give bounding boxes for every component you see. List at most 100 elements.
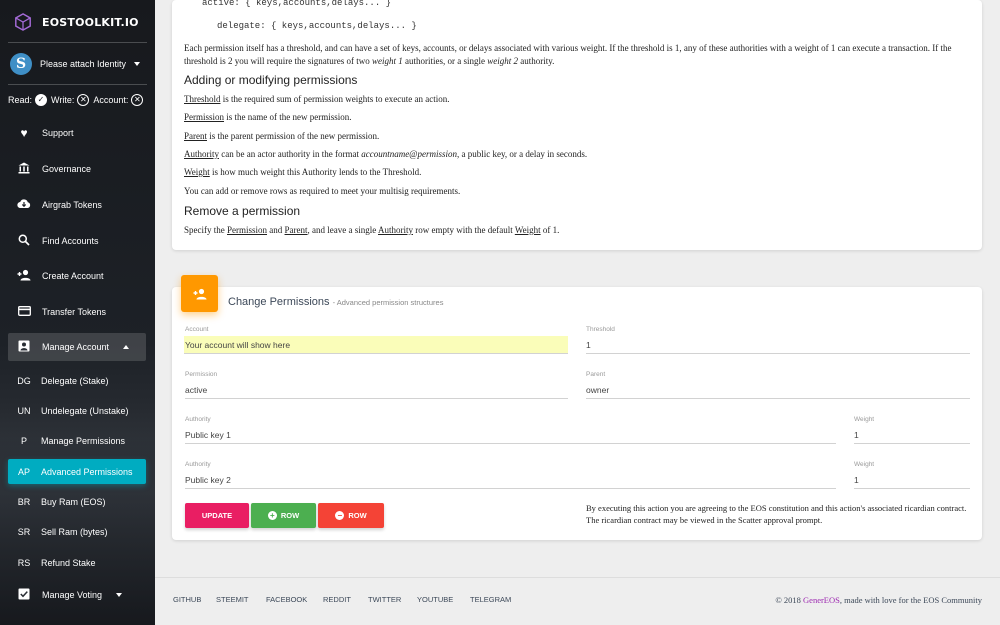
add-row-label: ROW — [280, 511, 300, 520]
credit-card-icon — [16, 305, 32, 319]
intro-text: authority. — [517, 56, 555, 66]
cube-logo-icon — [15, 13, 31, 31]
footer-link-twitter[interactable]: TWITTER — [368, 595, 401, 604]
sidebar-subitem-advanced-permissions[interactable]: AP Advanced Permissions — [8, 459, 146, 484]
sidebar-subitem-label: Delegate (Stake) — [41, 375, 109, 386]
intro-paragraph: Each permission itself has a threshold, … — [184, 42, 974, 68]
sidebar-item-airgrab-tokens[interactable]: Airgrab Tokens — [8, 191, 146, 219]
weight-label: Weight — [854, 461, 875, 468]
parent-input[interactable] — [586, 381, 970, 399]
sidebar-subitem-label: Manage Permissions — [41, 435, 126, 446]
update-button-label: UPDATE — [201, 511, 233, 520]
person-add-icon — [181, 275, 218, 312]
cancel-circle-icon: ✕ — [131, 94, 144, 106]
permission-label: Permission — [185, 371, 218, 378]
weight-label: Weight — [854, 416, 875, 423]
term: Weight — [514, 225, 541, 235]
permissions-help-card: active: { keys,accounts,delays... } dele… — [172, 0, 982, 250]
heading-add-modify: Adding or modifying permissions — [184, 73, 358, 87]
weight-help: Weight is how much weight this Authority… — [184, 166, 974, 179]
sidebar-item-governance[interactable]: Governance — [8, 155, 146, 183]
remove-row-button[interactable]: − ROW — [318, 503, 384, 528]
footer-link-facebook[interactable]: FACEBOOK — [266, 595, 307, 604]
permission-status: Read: ✓ Write: ✕ Account: ✕ — [8, 94, 147, 106]
help-text: is the parent permission of the new perm… — [207, 131, 380, 141]
term: Threshold — [184, 94, 221, 104]
sidebar-subitem-manage-permissions[interactable]: P Manage Permissions — [8, 428, 146, 453]
sidebar-subitem-buy-ram[interactable]: BR Buy Ram (EOS) — [8, 489, 146, 514]
threshold-input[interactable] — [586, 336, 970, 354]
app-logo[interactable]: EOSTOOLKIT.IO — [14, 12, 139, 32]
remove-help: Specify the Permission and Parent, and l… — [184, 224, 974, 237]
copyright: © 2018 GenerEOS, made with love for the … — [775, 595, 982, 605]
sidebar-subitem-refund-stake[interactable]: RS Refund Stake — [8, 550, 146, 575]
help-text: row empty with the default — [413, 225, 515, 235]
sidebar-item-manage-account[interactable]: Manage Account — [8, 333, 146, 361]
brand-link[interactable]: GenerEOS — [803, 595, 840, 605]
parent-label: Parent — [586, 371, 606, 378]
chevron-down-icon — [116, 593, 123, 597]
heart-icon: ♥ — [20, 126, 28, 140]
update-button[interactable]: UPDATE — [185, 503, 249, 528]
sidebar-item-label: Governance — [42, 164, 92, 174]
authority-input[interactable] — [185, 471, 836, 489]
remove-row-label: ROW — [348, 511, 367, 520]
sidebar-item-manage-voting[interactable]: Manage Voting — [8, 581, 146, 609]
sidebar-subitem-abbr: DG — [17, 375, 31, 386]
sidebar-subitem-abbr: BR — [17, 496, 31, 507]
sidebar-subitem-label: Sell Ram (bytes) — [41, 526, 108, 537]
footer-link-github[interactable]: GITHUB — [173, 595, 201, 604]
heading-remove: Remove a permission — [184, 204, 301, 218]
help-text: is the required sum of permission weight… — [220, 94, 450, 104]
account-label: Account — [185, 326, 209, 333]
parent-help: Parent is the parent permission of the n… — [184, 130, 974, 143]
code-line: delegate: { keys,accounts,delays... } — [217, 21, 417, 31]
term: Parent — [284, 225, 308, 235]
copyright-text: © 2018 — [775, 595, 804, 605]
sidebar-item-create-account[interactable]: Create Account — [8, 262, 146, 290]
cancel-circle-icon: ✕ — [77, 94, 90, 106]
identity-label: Please attach Identity — [40, 59, 127, 69]
sidebar-subitem-sell-ram[interactable]: SR Sell Ram (bytes) — [8, 519, 146, 544]
help-text: of 1. — [540, 225, 560, 235]
sidebar-subitem-undelegate[interactable]: UN Undelegate (Unstake) — [8, 398, 146, 423]
sidebar-subitem-label: Undelegate (Unstake) — [41, 405, 129, 416]
footer-link-youtube[interactable]: YOUTUBE — [417, 595, 453, 604]
authority-input[interactable] — [185, 426, 836, 444]
sidebar-subitem-delegate[interactable]: DG Delegate (Stake) — [8, 368, 146, 393]
help-text: and — [267, 225, 285, 235]
threshold-label: Threshold — [586, 326, 615, 333]
footer-link-reddit[interactable]: REDDIT — [323, 595, 351, 604]
intro-text: authorities, or a single — [402, 56, 488, 66]
sidebar: EOSTOOLKIT.IO S Please attach Identity R… — [0, 0, 155, 625]
read-label: Read: — [8, 95, 33, 105]
footer-link-telegram[interactable]: TELEGRAM — [470, 595, 511, 604]
account-input[interactable] — [184, 336, 568, 354]
intro-emphasis: weight 2 — [487, 56, 518, 66]
add-row-button[interactable]: + ROW — [251, 503, 316, 528]
term: Authority — [378, 225, 413, 235]
footer-link-steemit[interactable]: STEEMIT — [216, 595, 249, 604]
intro-text: Each permission itself has a threshold, … — [184, 43, 952, 66]
sidebar-item-label: Transfer Tokens — [42, 307, 107, 317]
sidebar-item-find-accounts[interactable]: Find Accounts — [8, 227, 146, 255]
weight-input[interactable] — [854, 426, 970, 444]
sidebar-divider — [8, 84, 147, 85]
form-title-text: Change Permissions — [228, 296, 330, 308]
help-emphasis: accountname@permission — [361, 149, 457, 159]
permission-input[interactable] — [185, 381, 568, 399]
weight-input[interactable] — [854, 471, 970, 489]
form-subtitle: - Advanced permission structures — [332, 298, 444, 307]
authority-label: Authority — [185, 416, 211, 423]
sidebar-subitem-abbr: P — [20, 435, 27, 446]
sidebar-subitem-abbr: AP — [17, 466, 30, 477]
account-box-icon — [16, 340, 32, 355]
identity-selector[interactable]: S Please attach Identity — [10, 52, 145, 76]
add-circle-icon: + — [267, 511, 277, 520]
remove-circle-icon: − — [335, 511, 345, 520]
sidebar-item-support[interactable]: ♥ Support — [8, 119, 146, 147]
authority-help: Authority can be an actor authority in t… — [184, 148, 974, 161]
term: Parent — [184, 131, 207, 141]
write-label: Write: — [51, 95, 75, 105]
sidebar-item-transfer-tokens[interactable]: Transfer Tokens — [8, 298, 146, 326]
